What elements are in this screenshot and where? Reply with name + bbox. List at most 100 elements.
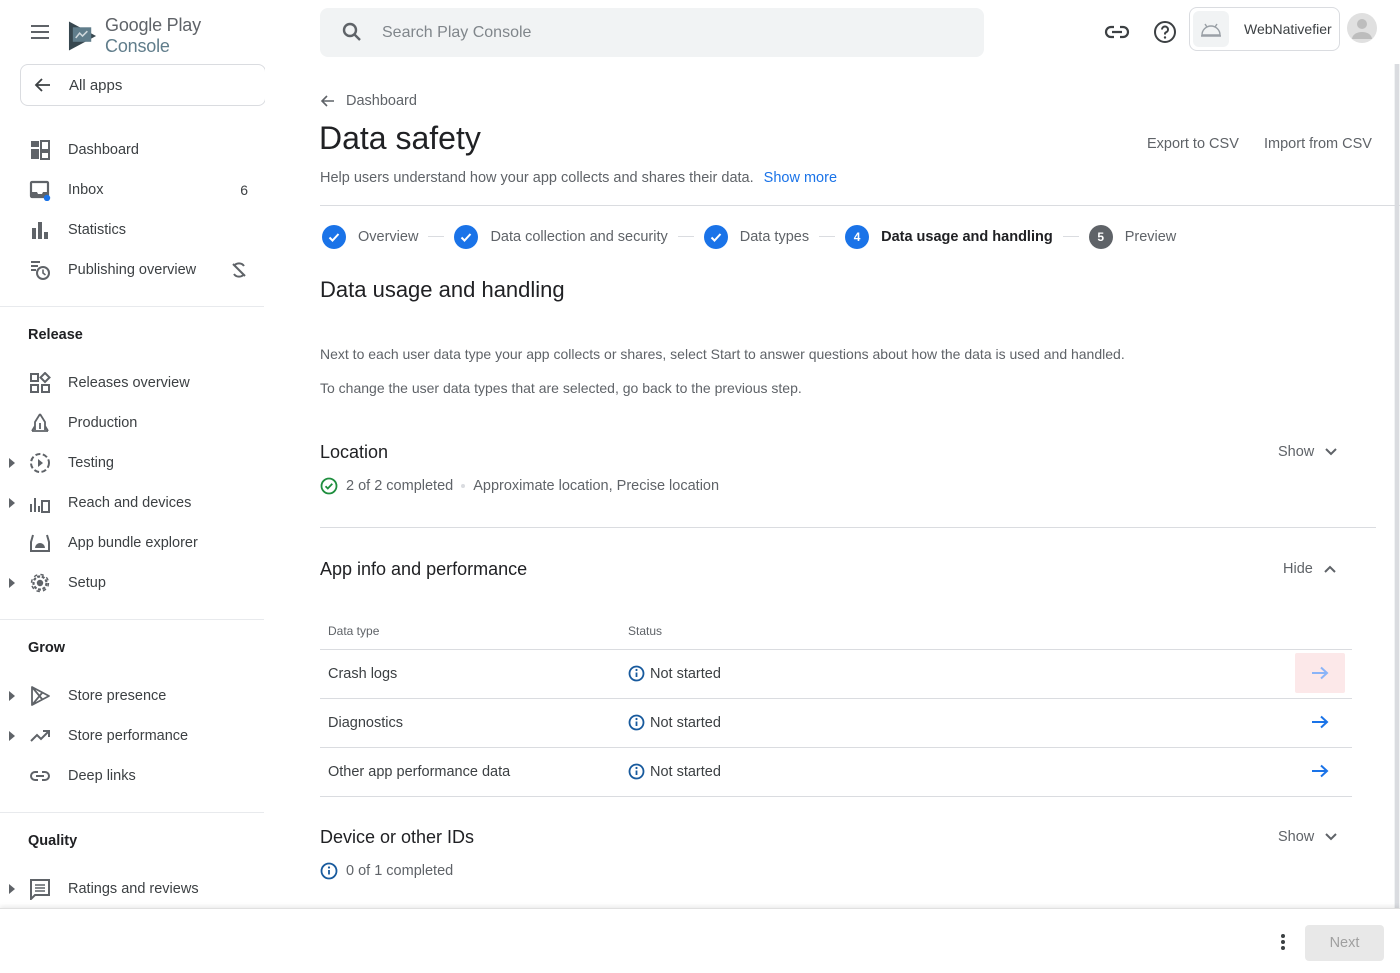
app-name: WebNativefier (1244, 21, 1332, 37)
export-csv-button[interactable]: Export to CSV (1147, 136, 1239, 152)
instructions-text-2: To change the user data types that are s… (320, 380, 802, 396)
step-data-types[interactable]: Data types (703, 224, 810, 249)
more-options-button[interactable] (1272, 933, 1294, 955)
sidebar-item-label: Testing (68, 455, 114, 471)
link-icon (30, 771, 50, 781)
sidebar-item-testing[interactable]: Testing (0, 443, 265, 483)
sidebar-item-reach-and-devices[interactable]: Reach and devices (0, 483, 265, 523)
sidebar-item-label: Deep links (68, 768, 136, 784)
show-more-link[interactable]: Show more (764, 170, 837, 186)
logo-text: Google Play Console (105, 15, 201, 56)
main-scrollbar[interactable] (1394, 64, 1400, 914)
sidebar-item-label: Setup (68, 575, 106, 591)
android-icon (1201, 23, 1221, 37)
sidebar-item-production[interactable]: Production (0, 403, 265, 443)
start-button[interactable] (1295, 751, 1345, 791)
reach-icon (30, 498, 50, 513)
sidebar-item-label: Statistics (68, 222, 127, 238)
search-bar[interactable] (320, 8, 984, 57)
expand-caret-icon (9, 578, 15, 588)
sidebar-item-label: Reach and devices (68, 495, 192, 511)
data-type-cell: Diagnostics (328, 715, 403, 731)
table-row[interactable]: Crash logs Not started (320, 649, 1352, 698)
location-show-toggle[interactable]: Show (1278, 444, 1338, 460)
app-selector[interactable]: WebNativefier (1189, 7, 1340, 51)
check-circle-icon (320, 477, 338, 495)
link-button[interactable] (1104, 20, 1130, 44)
next-button[interactable]: Next (1305, 925, 1384, 961)
sidebar-item-setup[interactable]: Setup (0, 563, 265, 603)
step-data-usage[interactable]: 4 Data usage and handling (845, 224, 1053, 249)
inbox-count-badge: 6 (240, 182, 248, 198)
step-overview[interactable]: Overview (322, 224, 418, 249)
device-ids-show-toggle[interactable]: Show (1278, 829, 1338, 845)
publishing-icon (31, 261, 50, 280)
sidebar-item-label: Ratings and reviews (68, 881, 199, 897)
data-type-cell: Other app performance data (328, 764, 511, 780)
step-number: 5 (1088, 224, 1113, 249)
start-button[interactable] (1295, 653, 1345, 693)
chevron-up-icon (1324, 565, 1336, 573)
step-connector (428, 236, 445, 237)
sidebar-item-publishing-overview[interactable]: Publishing overview (0, 250, 265, 290)
sidebar-divider (0, 306, 264, 307)
dashboard-icon (31, 140, 50, 160)
breadcrumb-dashboard: Dashboard (346, 93, 417, 109)
step-label: Preview (1124, 228, 1177, 245)
section-heading: Data usage and handling (320, 277, 565, 302)
sidebar-item-dashboard[interactable]: Dashboard (0, 130, 265, 170)
help-button[interactable] (1153, 20, 1179, 44)
step-preview[interactable]: 5 Preview (1088, 224, 1177, 249)
info-icon (320, 862, 338, 880)
bar-chart-icon (32, 222, 48, 239)
scrollbar-thumb[interactable] (1395, 64, 1399, 914)
step-label: Data types (739, 228, 810, 245)
sidebar-item-label: Releases overview (68, 375, 190, 391)
status-text: 2 of 2 completed (346, 478, 454, 494)
start-button[interactable] (1295, 702, 1345, 742)
page-description: Help users understand how your app colle… (320, 170, 837, 186)
table-row[interactable]: Other app performance data Not started (320, 747, 1352, 796)
testing-icon (30, 453, 50, 473)
sidebar-item-statistics[interactable]: Statistics (0, 210, 265, 250)
section-title-quality: Quality (28, 833, 78, 849)
status-cell: Not started (628, 714, 721, 731)
step-label: Data usage and handling (881, 228, 1053, 245)
toggle-label: Show (1278, 444, 1315, 460)
sidebar-item-deep-links[interactable]: Deep links (0, 756, 265, 796)
sidebar-item-releases-overview[interactable]: Releases overview (0, 363, 265, 403)
step-data-collection[interactable]: Data collection and security (454, 224, 668, 249)
sidebar-item-inbox[interactable]: Inbox 6 (0, 170, 265, 210)
google-play-console-logo[interactable]: Google Play Console (68, 15, 265, 57)
menu-button[interactable] (28, 20, 52, 44)
expand-caret-icon (9, 731, 15, 741)
app-info-hide-toggle[interactable]: Hide (1283, 561, 1337, 577)
section-title-grow: Grow (28, 640, 66, 656)
sidebar-item-ratings-and-reviews[interactable]: Ratings and reviews (0, 869, 265, 908)
sidebar-item-label: Publishing overview (68, 262, 197, 278)
column-header-status: Status (628, 624, 663, 638)
account-avatar[interactable] (1347, 13, 1377, 43)
expand-caret-icon (9, 884, 15, 894)
all-apps-button[interactable]: All apps (20, 64, 265, 106)
breadcrumb[interactable]: Dashboard (320, 93, 417, 109)
page-title: Data safety (319, 120, 481, 156)
import-csv-button[interactable]: Import from CSV (1264, 136, 1372, 152)
step-connector (1062, 236, 1079, 237)
search-input[interactable] (382, 8, 962, 57)
category-title-location: Location (320, 442, 389, 462)
sidebar-item-app-bundle-explorer[interactable]: App bundle explorer (0, 523, 265, 563)
search-icon (342, 22, 361, 41)
sidebar-item-label: Production (68, 415, 138, 431)
trending-icon (30, 730, 50, 742)
table-row[interactable]: Diagnostics Not started (320, 698, 1352, 747)
footer-bar: Next (0, 908, 1400, 973)
sidebar-item-store-performance[interactable]: Store performance (0, 716, 265, 756)
status-cell: Not started (628, 763, 721, 780)
sidebar-item-store-presence[interactable]: Store presence (0, 676, 265, 716)
sidebar-item-label: Dashboard (68, 142, 139, 158)
info-icon (628, 714, 645, 731)
gear-icon (30, 573, 50, 593)
status-text: Not started (650, 665, 721, 682)
sidebar-item-label: Inbox (68, 182, 104, 198)
